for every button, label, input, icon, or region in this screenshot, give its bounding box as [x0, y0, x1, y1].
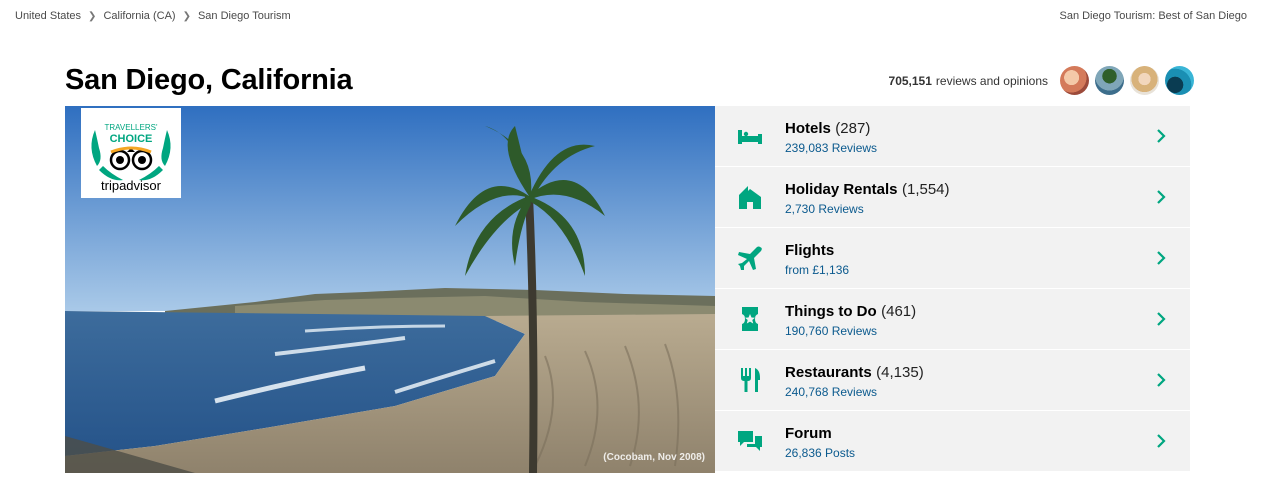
chevron-right-icon: ❯ [182, 10, 191, 22]
house-icon [739, 186, 761, 209]
contributor-avatars [1054, 66, 1194, 95]
breadcrumb-california[interactable]: California (CA) [103, 10, 175, 22]
avatar[interactable] [1095, 66, 1124, 95]
hero-photo[interactable]: TRAVELLERS' CHOICE tripadvisor (Cocobam,… [65, 106, 715, 473]
chevron-right-icon [1157, 312, 1166, 326]
category-list: Hotels (287) 239,083 Reviews Holiday Ren… [715, 106, 1190, 472]
avatar[interactable] [1060, 66, 1089, 95]
breadcrumb-united-states[interactable]: United States [15, 10, 81, 22]
category-title: Hotels [785, 120, 831, 137]
category-count: (1,554) [901, 181, 950, 198]
category-title: Flights [785, 242, 835, 259]
page-title: San Diego, California [65, 64, 353, 96]
category-subtitle[interactable]: 190,760 Reviews [785, 324, 916, 338]
category-subtitle[interactable]: 239,083 Reviews [785, 141, 877, 155]
category-things-to-do[interactable]: Things to Do (461) 190,760 Reviews [715, 289, 1190, 349]
fork-knife-icon [741, 368, 760, 392]
category-subtitle[interactable]: 26,836 Posts [785, 446, 855, 460]
best-of-link[interactable]: San Diego Tourism: Best of San Diego [1059, 10, 1247, 22]
reviews-count: 705,151 [888, 73, 932, 88]
category-title: Restaurants [785, 364, 872, 381]
breadcrumb: United States ❯ California (CA) ❯ San Di… [15, 10, 291, 22]
category-count: (287) [835, 120, 871, 137]
category-title: Forum [785, 425, 832, 442]
category-flights[interactable]: Flights from £1,136 [715, 228, 1190, 288]
chevron-right-icon [1157, 373, 1166, 387]
category-subtitle[interactable]: from £1,136 [785, 263, 849, 277]
category-subtitle[interactable]: 2,730 Reviews [785, 202, 950, 216]
travellers-choice-icon: TRAVELLERS' CHOICE tripadvisor [91, 123, 171, 193]
badge-brand: tripadvisor [101, 178, 162, 193]
category-hotels[interactable]: Hotels (287) 239,083 Reviews [715, 106, 1190, 166]
category-subtitle[interactable]: 240,768 Reviews [785, 385, 924, 399]
chevron-right-icon [1157, 434, 1166, 448]
badge-line1: TRAVELLERS' [105, 123, 158, 132]
photo-credit: (Cocobam, Nov 2008) [603, 452, 705, 463]
ticket-icon [742, 307, 758, 331]
category-title: Holiday Rentals [785, 181, 898, 198]
badge-line2: CHOICE [110, 133, 153, 145]
category-restaurants[interactable]: Restaurants (4,135) 240,768 Reviews [715, 350, 1190, 410]
chevron-right-icon [1157, 251, 1166, 265]
category-holiday-rentals[interactable]: Holiday Rentals (1,554) 2,730 Reviews [715, 167, 1190, 227]
reviews-label: reviews and opinions [935, 73, 1048, 88]
avatar[interactable] [1130, 66, 1159, 95]
category-count: (4,135) [876, 364, 924, 381]
travellers-choice-badge: TRAVELLERS' CHOICE tripadvisor [81, 108, 181, 198]
chat-bubbles-icon [738, 431, 762, 451]
reviews-summary[interactable]: 705,151 reviews and opinions [889, 66, 1194, 95]
chevron-right-icon: ❯ [88, 10, 97, 22]
category-forum[interactable]: Forum 26,836 Posts [715, 411, 1190, 471]
chevron-right-icon [1157, 190, 1166, 204]
breadcrumb-san-diego-tourism[interactable]: San Diego Tourism [198, 10, 291, 22]
plane-icon [738, 246, 762, 270]
chevron-right-icon [1157, 129, 1166, 143]
avatar[interactable] [1165, 66, 1194, 95]
category-count: (461) [881, 303, 917, 320]
bed-icon [738, 130, 762, 144]
category-title: Things to Do [785, 303, 877, 320]
